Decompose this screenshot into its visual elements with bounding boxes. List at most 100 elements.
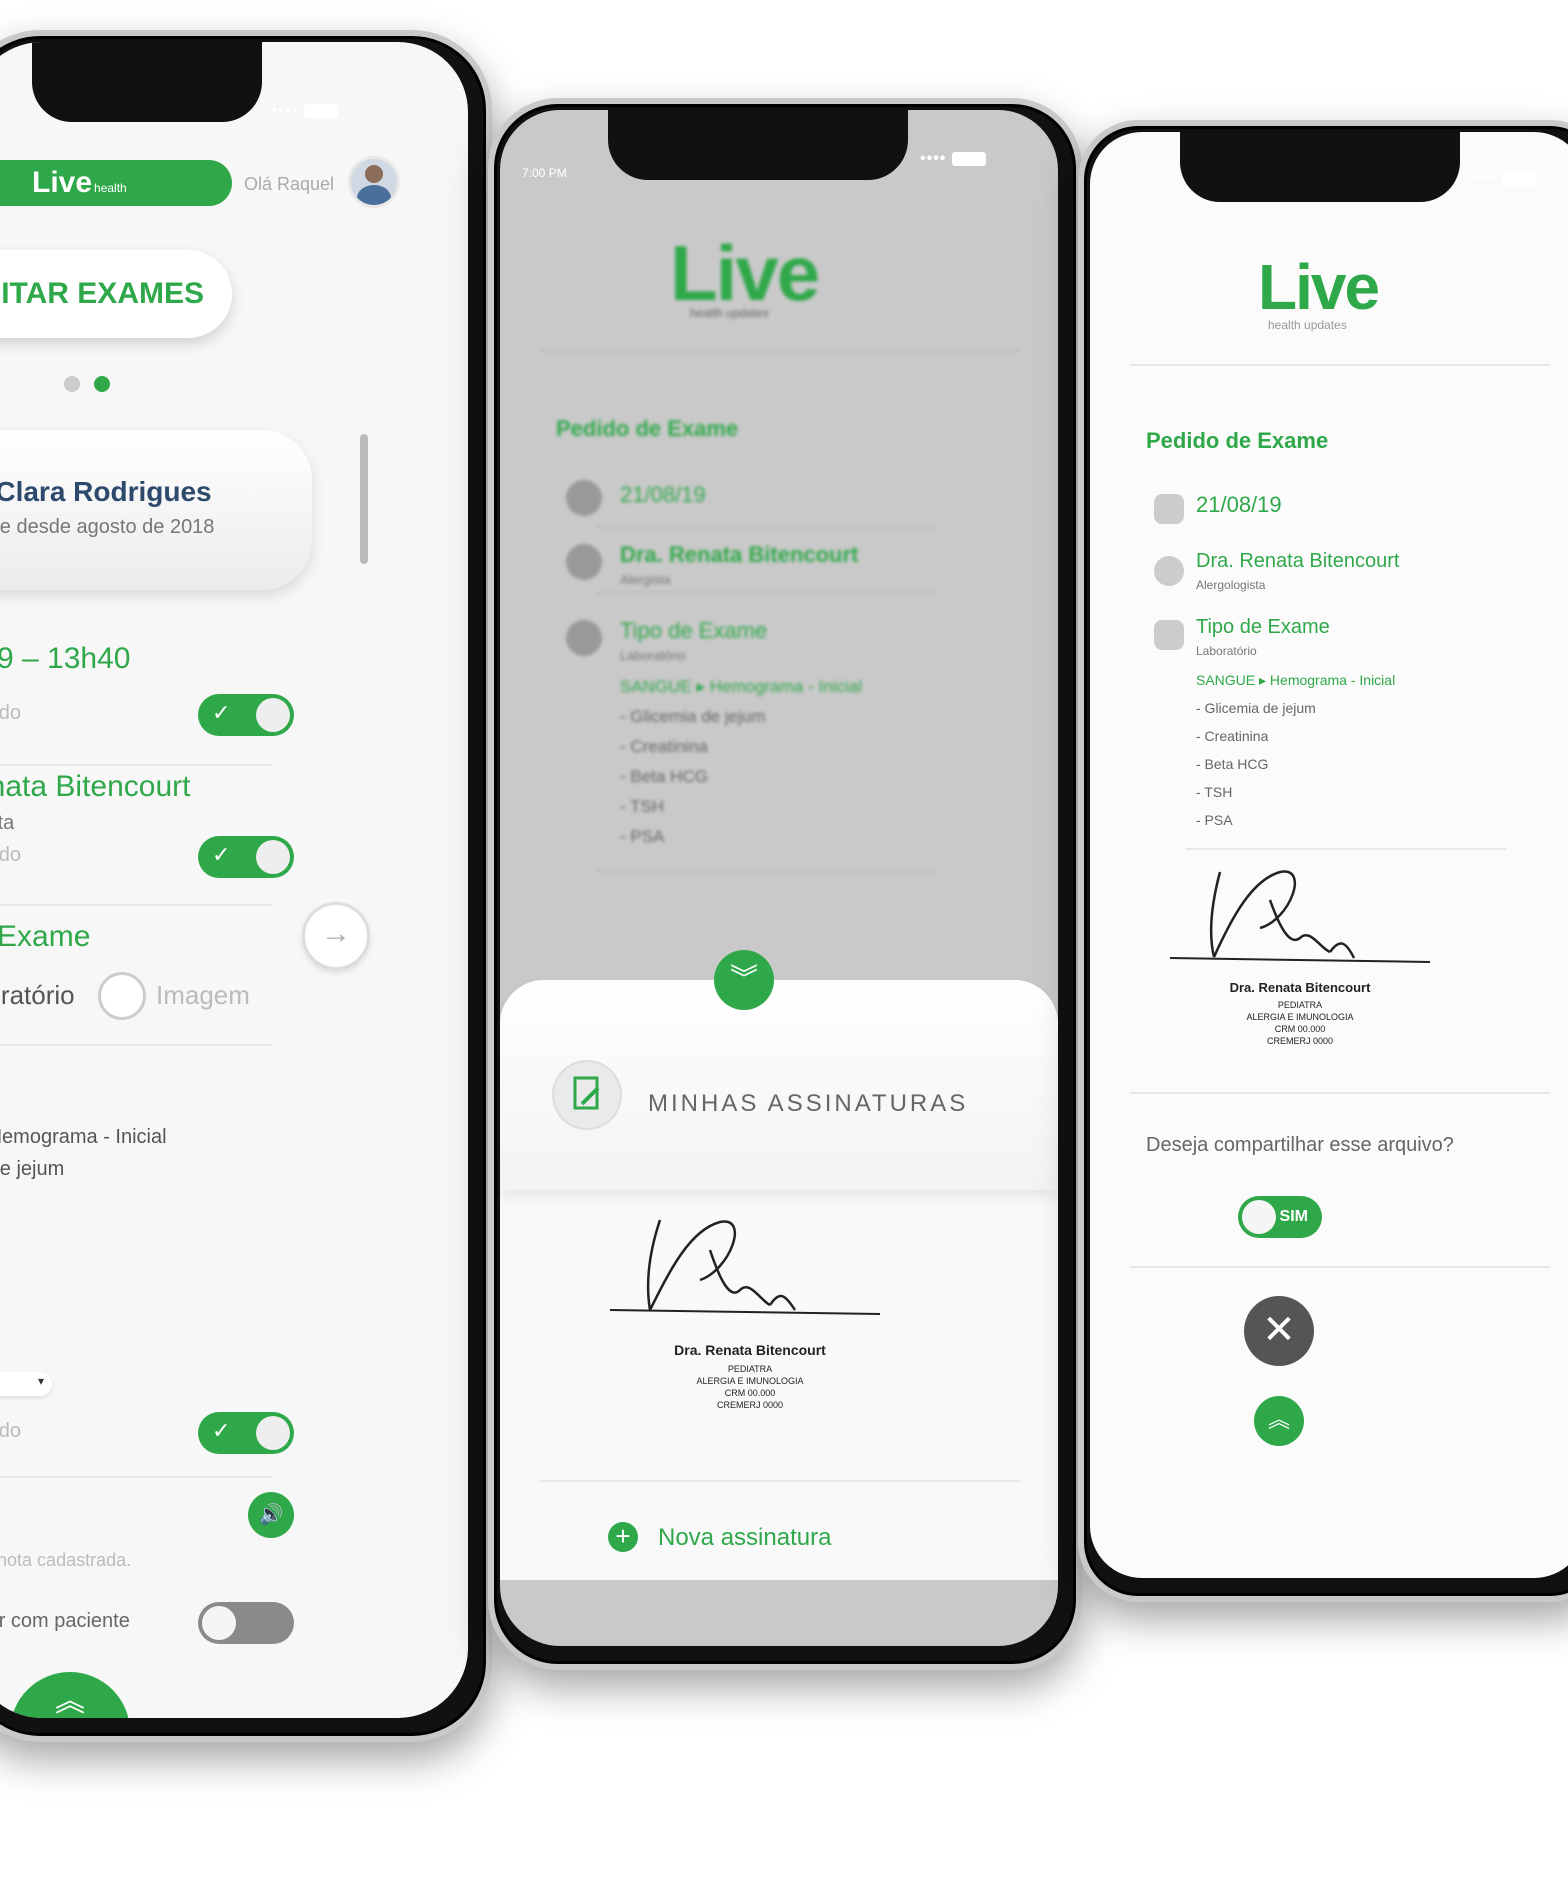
signature-name: Dra. Renata Bitencourt (1229, 980, 1371, 995)
patient-card[interactable]: a Clara Rodrigues ente desde agosto de 2… (0, 430, 312, 590)
exam-item: - Creatinina (1196, 728, 1269, 744)
share-sim-toggle[interactable]: SIM (1238, 1196, 1322, 1238)
order-exam-type: Tipo de Exame (1196, 616, 1330, 638)
status-time: 7:00 PM (522, 166, 567, 180)
toggle-knob (202, 1606, 236, 1640)
toggle-knob (256, 840, 290, 874)
signature-line-4: CREMERJ 0000 (1266, 1036, 1334, 1046)
exam-item-1: ▸ Hemograma - Inicial (0, 1126, 167, 1148)
close-icon: ✕ (1262, 1308, 1296, 1352)
note-text: na nota cadastrada. (0, 1550, 132, 1570)
toggle-knob (256, 698, 290, 732)
status-label-2: lhado (0, 844, 21, 866)
exam-icon (566, 620, 602, 656)
check-icon: ✓ (212, 700, 231, 725)
logo-sub: health updates (690, 306, 769, 320)
expand-up-button[interactable]: ︽ (1254, 1396, 1304, 1446)
order-date: 21/08/19 (620, 482, 706, 507)
divider (540, 1480, 1020, 1482)
exam-item: - TSH (620, 797, 665, 816)
phone-right-screen: 7:00 PM •••• Live health updates Pedido … (1090, 132, 1568, 1578)
close-button[interactable]: ✕ (1244, 1296, 1314, 1366)
page-dot-2[interactable] (94, 376, 110, 392)
exam-item: - Creatinina (620, 737, 708, 756)
chevron-down-icon: ▾ (37, 1374, 44, 1388)
order-doctor: Dra. Renata Bitencourt (1196, 550, 1400, 572)
toggle-1[interactable]: ✓ (198, 694, 294, 736)
status-bar: •••• (272, 102, 339, 120)
order-exam-type-val: Laboratório (620, 648, 686, 663)
radio-imagem[interactable] (98, 972, 146, 1020)
divider (1130, 364, 1550, 366)
new-signature-button[interactable]: Nova assinatura (658, 1524, 831, 1552)
order-date: 21/08/19 (1196, 492, 1282, 517)
signature-edit-icon (552, 1060, 622, 1130)
order-doctor-spec: Alergista (620, 572, 671, 587)
battery-icon (1502, 171, 1537, 186)
order-title: Pedido de Exame (1146, 428, 1329, 453)
radio-lab-label[interactable]: boratório (0, 980, 75, 1011)
expand-up-button[interactable]: ︽ (10, 1672, 130, 1718)
signature-image (1169, 870, 1431, 963)
toggle-3[interactable]: ✓ (198, 1412, 294, 1454)
status-bar: •••• (920, 150, 987, 168)
exam-type-title: e Exame (0, 920, 91, 953)
share-toggle[interactable] (198, 1602, 294, 1644)
appointment-date: /19 – 13h40 (0, 642, 131, 675)
status-label-1: lhado (0, 702, 21, 724)
exam-item: - Beta HCG (1196, 756, 1269, 772)
divider (1130, 1266, 1550, 1268)
order-doctor-spec: Alergologista (1196, 578, 1266, 592)
audio-icon[interactable]: 🔊 (248, 1492, 294, 1538)
solicitar-exames-button[interactable]: LICITAR EXAMES (0, 250, 232, 338)
scrollbar[interactable] (360, 434, 368, 564)
divider (596, 870, 936, 872)
order-exam-type-val: Laboratório (1196, 644, 1257, 658)
collapse-down-button[interactable]: ︾ (714, 950, 774, 1010)
check-icon: ✓ (212, 1418, 231, 1443)
order-doctor: Dra. Renata Bitencourt (620, 542, 859, 567)
page-dot-1[interactable] (64, 376, 80, 392)
signature-line-4: CREMERJ 0000 (716, 1400, 784, 1410)
dropdown[interactable]: ▾ (0, 1372, 52, 1396)
radio-imagem-label[interactable]: Imagem (156, 980, 250, 1011)
battery-icon (304, 103, 339, 118)
exam-item: SANGUE ▸ Hemograma - Inicial (620, 677, 862, 696)
logo-sub: health (94, 181, 127, 195)
signature-line-2: ALERGIA E IMUNOLOGIA (696, 1376, 804, 1386)
signature-line-3: CRM 00.000 (1274, 1024, 1326, 1034)
exam-item: SANGUE ▸ Hemograma - Inicial (1196, 672, 1396, 688)
share-question: Deseja compartilhar esse arquivo? (1146, 1134, 1454, 1156)
exam-icon (1154, 620, 1184, 650)
divider (0, 1476, 272, 1478)
notch (32, 42, 262, 122)
notch (1180, 132, 1460, 202)
doctor-spec: gista (0, 812, 15, 834)
exam-list: SANGUE ▸ Hemograma - Inicial - Glicemia … (620, 672, 862, 852)
check-icon: ✓ (212, 842, 231, 867)
sim-label: SIM (1279, 1208, 1308, 1225)
greeting: Olá Raquel (244, 174, 335, 194)
patient-name: a Clara Rodrigues (0, 476, 212, 507)
doctor-icon (1154, 556, 1184, 586)
signal-icon: •••• (272, 102, 299, 119)
signature-line-1: PEDIATRA (1277, 1000, 1323, 1010)
divider (0, 1044, 272, 1046)
logo-text: Live (32, 166, 93, 199)
next-arrow-button[interactable]: → (302, 902, 370, 970)
exam-item-2: a de jejum (0, 1158, 65, 1180)
plus-icon[interactable]: + (608, 1522, 638, 1552)
exam-item: - Glicemia de jejum (620, 707, 766, 726)
logo-sub: health updates (1268, 318, 1347, 332)
divider (1186, 848, 1506, 850)
doctor-icon (566, 544, 602, 580)
divider (1130, 1092, 1550, 1094)
avatar[interactable] (348, 156, 400, 208)
patient-since: ente desde agosto de 2018 (0, 516, 215, 538)
app-logo[interactable]: Live health (0, 160, 232, 206)
doctor-name: enata Bitencourt (0, 770, 191, 803)
toggle-2[interactable]: ✓ (198, 836, 294, 878)
signatures-header[interactable]: MINHAS ASSINATURAS (500, 980, 1058, 1190)
phone-middle: 7:00 PM •••• Live health updates Pedido … (488, 98, 1082, 1670)
exam-item: - PSA (620, 827, 665, 846)
